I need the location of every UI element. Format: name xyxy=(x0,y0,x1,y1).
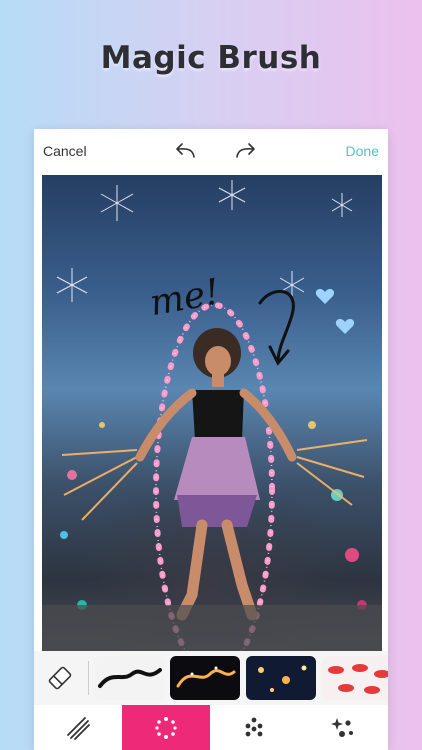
tab-magic-ring[interactable] xyxy=(122,705,210,750)
sparkle-dots-icon xyxy=(331,717,353,737)
cancel-button[interactable]: Cancel xyxy=(43,143,87,159)
headline: Magic Brush xyxy=(100,40,322,76)
magic-ring-icon xyxy=(155,716,177,739)
brush-selector xyxy=(34,651,388,705)
undo-arrow-icon[interactable] xyxy=(173,140,197,162)
marker-brush[interactable] xyxy=(94,656,164,700)
brush-strokes-icon xyxy=(67,716,90,740)
redo-arrow-icon[interactable] xyxy=(234,140,258,162)
sparkle-brush[interactable] xyxy=(170,656,240,700)
editor-panel: Cancel Done me! xyxy=(34,129,388,750)
edited-photo: me! xyxy=(42,180,382,651)
dots-icon xyxy=(245,717,263,736)
brush-divider xyxy=(88,661,89,695)
eraser-icon[interactable] xyxy=(45,663,75,693)
bokeh-brush[interactable] xyxy=(246,656,316,700)
tab-sparkle-dots[interactable] xyxy=(298,705,388,750)
annotation-text: me! xyxy=(147,272,223,325)
tool-tab-bar xyxy=(34,705,388,750)
photo-canvas[interactable]: me! xyxy=(42,175,382,651)
lips-brush[interactable] xyxy=(322,656,388,700)
editor-top-bar: Cancel Done xyxy=(34,129,388,173)
tab-dots[interactable] xyxy=(210,705,298,750)
done-button[interactable]: Done xyxy=(346,143,379,159)
tab-brush-strokes[interactable] xyxy=(34,705,122,750)
